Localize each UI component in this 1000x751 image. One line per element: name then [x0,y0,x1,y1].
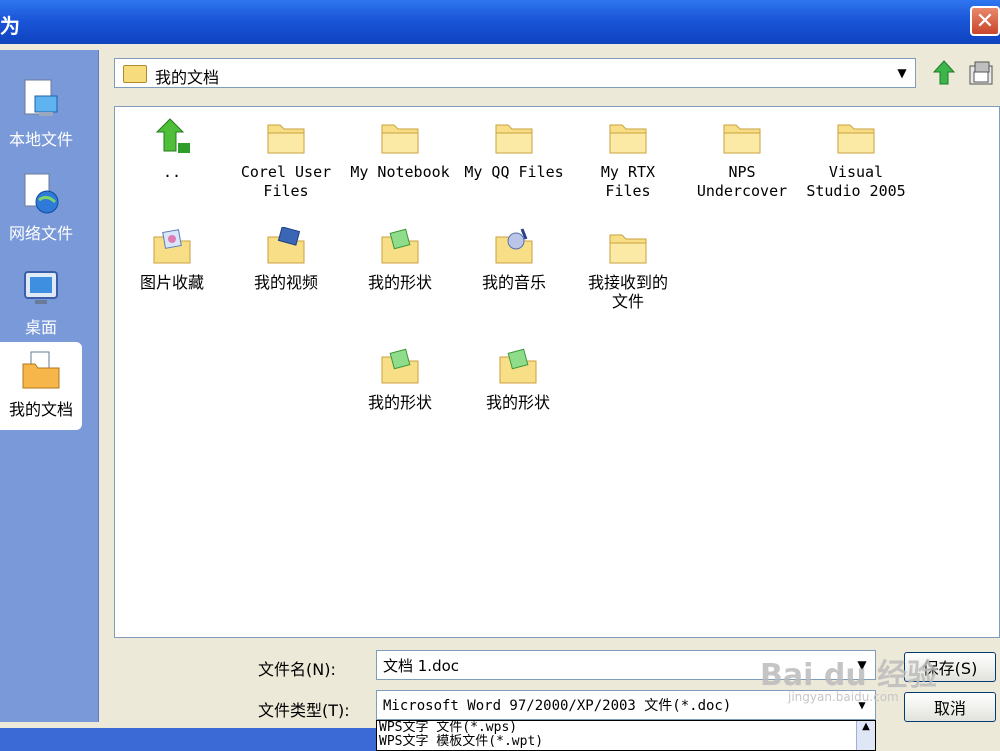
file-item-folder[interactable]: 我的音乐 [457,227,571,292]
watermark-logo: Bai du 经验 [760,658,938,693]
file-item-folder[interactable]: NPS Undercover [685,117,799,201]
filetype-option[interactable]: WPS文字 文件(*.wps) [377,721,875,735]
file-item-folder[interactable]: 我的形状 [461,347,575,412]
file-item-folder[interactable]: My RTX Files [571,117,685,201]
file-label: Visual Studio 2005 [806,163,906,200]
file-item-folder[interactable]: My Notebook [343,117,457,182]
file-label: 图片收藏 [139,273,204,292]
file-label: 我的形状 [367,393,432,412]
file-label: 我的音乐 [481,273,546,292]
desktop-icon [21,266,61,310]
file-item-parent[interactable]: .. [115,117,229,182]
up-folder-button[interactable] [930,58,958,88]
up-folder-icon [932,60,956,85]
filename-value: 文档 1.doc [383,657,460,675]
close-button[interactable]: ✕ [970,6,1000,36]
folder-icon [606,117,650,157]
new-folder-button[interactable] [966,58,996,88]
filetype-value: Microsoft Word 97/2000/XP/2003 文件(*.doc) [383,698,732,714]
file-label: 我接收到的 文件 [587,273,668,311]
file-label: 我的形状 [485,393,550,412]
folder-icon [264,117,308,157]
file-item-folder[interactable]: Visual Studio 2005 [799,117,913,201]
folder-icon [834,117,878,157]
place-my-documents[interactable]: 我的文档 [0,342,82,430]
filetype-options-list[interactable]: WPS文字 文件(*.wps) WPS文字 模板文件(*.wpt) ▲ [376,720,876,751]
file-label: 我的形状 [367,273,432,292]
folder-icon [378,117,422,157]
file-item-folder[interactable]: 我接收到的 文件 [571,227,685,311]
videos-folder-icon [264,226,308,267]
file-item-folder[interactable]: 我的形状 [343,227,457,292]
file-label: NPS Undercover [696,163,788,200]
folder-icon [720,117,764,157]
location-dropdown[interactable]: 我的文档 ▼ [114,58,916,88]
file-item-folder[interactable]: 图片收藏 [115,227,229,292]
up-arrow-icon [150,117,194,157]
file-label: .. [162,163,182,181]
place-local-files[interactable]: 本地文件 [0,72,82,160]
file-item-folder[interactable]: Corel User Files [229,117,343,201]
file-label: My RTX Files [600,163,656,200]
place-label: 网络文件 [8,224,73,243]
window-title: 为 [0,14,21,38]
title-bar: 为 ✕ [0,0,1000,44]
filetype-label: 文件类型(T): [258,701,350,720]
filetype-option[interactable]: WPS文字 模板文件(*.wpt) [377,735,875,749]
file-label: Corel User Files [240,163,332,200]
computer-icon [21,78,61,122]
place-label: 桌面 [24,318,57,337]
pictures-folder-icon [150,227,194,267]
places-bar: 本地文件 网络文件 桌面 我的文档 [0,50,99,722]
file-item-folder[interactable]: My QQ Files [457,117,571,182]
folder-icon [606,227,650,267]
file-item-folder[interactable]: 我的视频 [229,226,343,292]
shapes-folder-icon [378,347,422,387]
place-label: 我的文档 [8,400,73,419]
folder-icon [123,65,147,83]
watermark-url: jingyan.baidu.com [788,690,899,704]
network-globe-icon [21,172,61,216]
file-label: My Notebook [350,163,450,181]
scroll-up-icon[interactable]: ▲ [856,721,875,750]
file-label: 我的视频 [253,273,318,292]
music-folder-icon [492,227,536,267]
shapes-folder-icon [496,347,540,387]
place-network-files[interactable]: 网络文件 [0,166,82,254]
folder-icon [492,117,536,157]
new-folder-icon [969,61,993,85]
location-value: 我的文档 [155,68,220,87]
shapes-folder-icon [378,227,422,267]
status-strip [0,728,376,751]
file-item-folder[interactable]: 我的形状 [343,347,457,412]
place-label: 本地文件 [8,130,73,149]
place-desktop[interactable]: 桌面 [0,260,82,348]
file-label: My QQ Files [464,163,564,181]
chevron-down-icon[interactable]: ▼ [893,63,911,83]
file-list-pane[interactable]: .. Corel User Files My Notebook My QQ Fi… [114,106,1000,638]
cancel-button[interactable]: 取消 [904,692,996,722]
documents-folder-icon [21,348,61,392]
filename-label: 文件名(N): [258,660,336,679]
